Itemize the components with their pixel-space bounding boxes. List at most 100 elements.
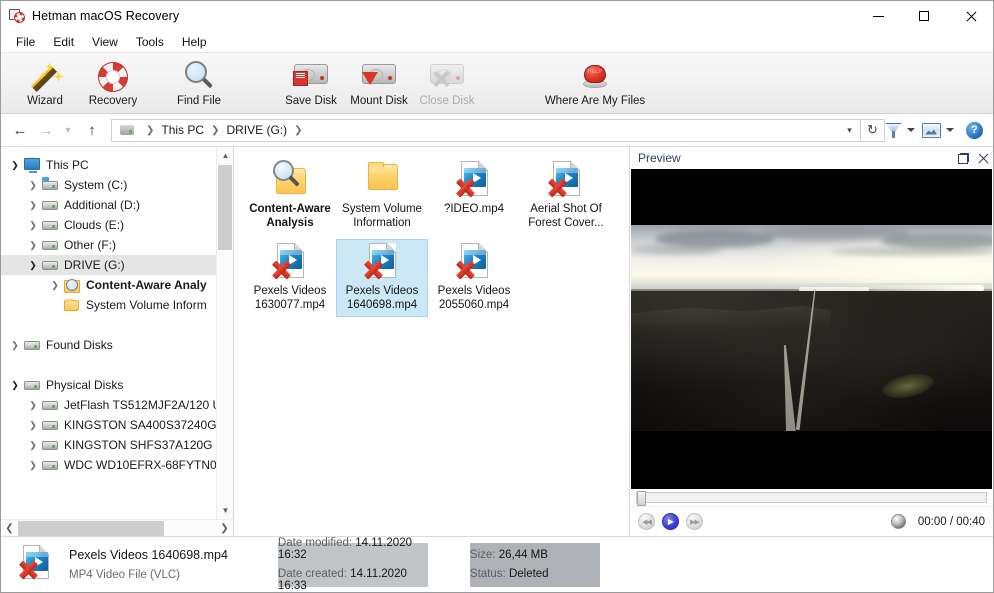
file-item-pexels-videos-1640698[interactable]: Pexels Videos 1640698.mp4 [336,239,428,317]
breadcrumb-drive-g[interactable]: DRIVE (G:) [224,123,289,137]
refresh-button[interactable]: ↻ [861,118,885,142]
red-help-button-icon [575,60,615,92]
tree-item-clouds-e[interactable]: ❯ Clouds (E:) [1,215,233,235]
chevron-down-icon[interactable]: ❯ [7,380,23,391]
chevron-right-icon[interactable]: ❯ [25,220,41,231]
play-button[interactable]: ▶ [662,513,679,530]
file-item-system-volume-information[interactable]: System Volume Information [336,157,428,235]
tree-item-kingston-shfs[interactable]: ❯ KINGSTON SHFS37A120G [1,435,233,455]
drive-icon [41,237,59,253]
tree-item-system-c[interactable]: ❯ System (C:) [1,175,233,195]
tree-item-label: System (C:) [64,178,128,192]
filter-dropdown-icon[interactable] [907,128,915,132]
maximize-button[interactable] [901,1,947,31]
chevron-right-icon[interactable]: ❯ [25,240,41,251]
preview-header: Preview [630,147,993,169]
volume-icon[interactable] [890,514,906,529]
file-item-video-mp4[interactable]: ?IDEO.mp4 [428,157,520,235]
tree-vertical-scrollbar[interactable]: ▲ ▼ [216,147,233,519]
preview-close-button[interactable] [973,148,993,168]
chevron-right-icon[interactable]: ❯ [25,400,41,411]
tree-item-label: Other (F:) [64,238,117,252]
menu-tools[interactable]: Tools [127,33,173,51]
up-button[interactable]: ↑ [79,117,105,143]
preview-undock-button[interactable] [953,148,973,168]
address-field[interactable]: ❯ This PC ❯ DRIVE (G:) ❯ ▾ [111,118,861,142]
chevron-down-icon[interactable]: ❯ [25,260,41,271]
tree-item-label: KINGSTON SA400S37240G [64,418,217,432]
deleted-marker-icon [362,258,384,280]
fast-forward-button[interactable]: ▶▶ [686,513,703,530]
scroll-right-icon[interactable]: ❯ [216,520,233,537]
address-dropdown-button[interactable]: ▾ [838,120,860,141]
close-button[interactable] [947,1,993,31]
seek-thumb[interactable] [637,491,646,506]
view-dropdown-icon[interactable] [946,128,954,132]
tree-item-content-aware-analysis[interactable]: ❯ Content-Aware Analy [1,275,233,295]
forward-button[interactable]: → [33,117,59,143]
tree-horizontal-scrollbar-track[interactable] [18,520,216,537]
preview-pane-icon[interactable] [922,122,941,138]
minimize-icon [872,15,884,17]
rewind-button[interactable]: ◀◀ [638,513,655,530]
chevron-right-icon[interactable]: ❯ [47,280,63,291]
back-button[interactable]: ← [7,117,33,143]
mp4-file-deleted-icon [360,242,404,282]
tree-item-wdc-wd10efrx[interactable]: ❯ WDC WD10EFRX-68FYTN0 [1,455,233,475]
application-window: Hetman macOS Recovery File Edit View Too… [0,0,994,593]
tree-horizontal-scrollbar-thumb[interactable] [18,520,164,536]
title-bar: Hetman macOS Recovery [1,1,993,31]
file-item-pexels-videos-2055060[interactable]: Pexels Videos 2055060.mp4 [428,239,520,317]
tree-item-physical-disks[interactable]: ❯ Physical Disks [1,375,233,395]
seek-track[interactable] [636,491,987,506]
file-item-label: Pexels Videos 1640698.mp4 [345,285,419,311]
toolbar-where-are-my-files-button[interactable]: Where Are My Files [535,57,655,107]
file-item-content-aware-analysis[interactable]: Content-Aware Analysis [244,157,336,235]
minimize-button[interactable] [855,1,901,31]
toolbar-find-file-button[interactable]: Find File [147,57,251,107]
toolbar-recovery-button[interactable]: Recovery [79,57,147,107]
chevron-down-icon[interactable]: ❯ [7,160,23,171]
tree-item-other-f[interactable]: ❯ Other (F:) [1,235,233,255]
chevron-right-icon[interactable]: ❯ [25,200,41,211]
menu-help[interactable]: Help [173,33,216,51]
tree-item-this-pc[interactable]: ❯ This PC [1,155,233,175]
chevron-right-icon[interactable]: ❯ [7,340,23,351]
file-item-aerial-shot-of-forest-cover[interactable]: Aerial Shot Of Forest Cover... [520,157,612,235]
toolbar-mount-disk-button[interactable]: Mount Disk [345,57,413,107]
window-controls [855,1,993,31]
menu-view[interactable]: View [83,33,127,51]
scroll-down-icon[interactable]: ▼ [217,502,233,519]
breadcrumb-this-pc[interactable]: This PC [159,123,206,137]
tree-vertical-scrollbar-thumb[interactable] [218,165,232,250]
tree-item-jetflash[interactable]: ❯ JetFlash TS512MJF2A/120 U [1,395,233,415]
tree-item-drive-g[interactable]: ❯ DRIVE (G:) [1,255,233,275]
menu-file[interactable]: File [7,33,44,51]
status-file-type: MP4 Video File (VLC) [69,569,180,581]
help-circle-icon[interactable]: ? [966,121,983,139]
chevron-right-icon[interactable]: ❯ [25,420,41,431]
tree-item-found-disks[interactable]: ❯ Found Disks [1,335,233,355]
chevron-right-icon[interactable]: ❯ [25,460,41,471]
status-status-label: Status: [469,568,506,580]
toolbar-save-disk-button[interactable]: Save Disk [277,57,345,107]
tree-item-additional-d[interactable]: ❯ Additional (D:) [1,195,233,215]
tree-horizontal-scrollbar[interactable]: ❮ ❯ [1,519,233,536]
chevron-right-icon[interactable]: ❯ [25,440,41,451]
preview-seek-bar[interactable] [630,489,993,506]
history-dropdown-button[interactable]: ▾ [59,117,77,143]
preview-video-area[interactable] [631,169,992,489]
tree-item-system-volume-information[interactable]: System Volume Inform [1,295,233,315]
status-bar: Pexels Videos 1640698.mp4 MP4 Video File… [1,536,993,592]
disk-save-icon [291,60,331,92]
tree-item-kingston-sa400[interactable]: ❯ KINGSTON SA400S37240G [1,415,233,435]
scroll-left-icon[interactable]: ❮ [1,520,18,537]
file-item-pexels-videos-1630077[interactable]: Pexels Videos 1630077.mp4 [244,239,336,317]
chevron-right-icon[interactable]: ❯ [25,180,41,191]
filter-funnel-icon[interactable] [885,123,902,138]
scroll-up-icon[interactable]: ▲ [217,147,233,164]
menu-edit[interactable]: Edit [44,33,83,51]
toolbar-wizard-button[interactable]: Wizard [11,57,79,107]
file-list-pane[interactable]: Content-Aware Analysis System Volume Inf… [234,147,629,536]
